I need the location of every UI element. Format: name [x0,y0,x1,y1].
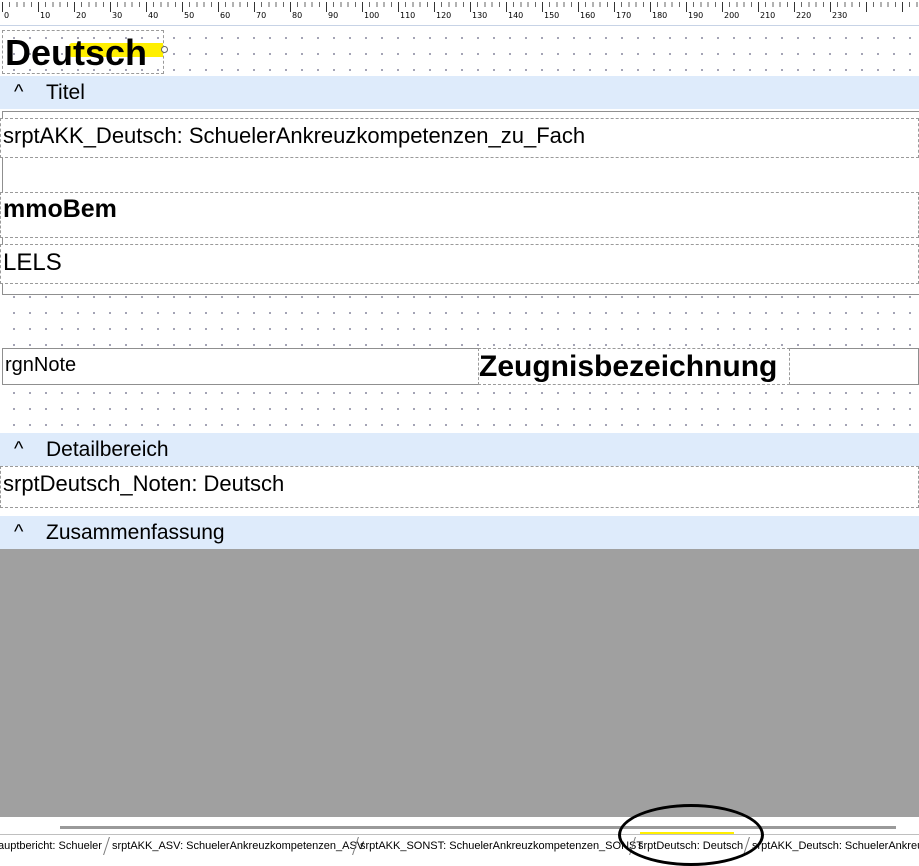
zeugnisbezeichnung-field[interactable]: Zeugnisbezeichnung [478,348,790,385]
ruler-tick-label: 220 [796,11,812,20]
ruler-tick-label: 40 [148,11,159,20]
ruler-tick-label: 130 [472,11,488,20]
ruler-tick-label: 180 [652,11,668,20]
ruler-tick-label: 230 [832,11,848,20]
tab-srpt-akk-sonst[interactable]: srptAKK_SONST: SchuelerAnkreuzkompetenze… [356,837,647,855]
ruler-tick-label: 110 [400,11,416,20]
band-summary-label: Zusammenfassung [46,520,225,544]
ruler-tick-label: 90 [328,11,339,20]
collapse-caret-icon[interactable]: ^ [14,81,36,104]
ruler-tick-label: 140 [508,11,524,20]
ruler-tick-label: 10 [40,11,51,20]
ruler-tick-label: 210 [760,11,776,20]
ruler-tick-label: 100 [364,11,380,20]
ruler-tick-label: 80 [292,11,303,20]
ruler-tick-label: 50 [184,11,195,20]
empty-canvas-area [0,549,919,817]
band-titel-header[interactable]: ^ Titel [0,76,919,109]
report-title-label[interactable]: Deutsch [2,30,164,74]
horizontal-scrollbar[interactable] [60,826,896,829]
ruler-labels: 0 10 20 30 40 50 60 70 80 90 100 110 120 130 140 150 160… [0,11,919,23]
band-titel-label: Titel [46,80,85,104]
ruler-tick-label: 20 [76,11,87,20]
horizontal-ruler: 0 10 20 30 40 50 60 70 80 90 100 110 120 130 140 150 160… [0,0,919,26]
ruler-tick-label: 160 [580,11,596,20]
memo-bem-field[interactable]: mmoBem [0,192,919,238]
annotation-circle [618,804,764,866]
tab-srpt-akk-asv[interactable]: srptAKK_ASV: SchuelerAnkreuzkompetenzen_… [108,837,368,855]
lels-field[interactable]: LELS [0,244,919,284]
tab-srpt-akk-deutsch[interactable]: srptAKK_Deutsch: SchuelerAnkreuzkompeten… [748,837,919,855]
ruler-tick-label: 0 [4,11,10,20]
collapse-caret-icon[interactable]: ^ [14,521,36,544]
report-tab-bar: auptbericht: Schueler srptAKK_ASV: Schue… [0,834,919,856]
ruler-tick-label: 170 [616,11,632,20]
band-detail-header[interactable]: ^ Detailbereich [0,433,919,466]
ruler-tick-label: 200 [724,11,740,20]
band-detail-label: Detailbereich [46,437,169,461]
ruler-tick-label: 150 [544,11,560,20]
ruler-tick-label: 190 [688,11,704,20]
resize-handle[interactable] [161,46,168,53]
tab-hauptbericht[interactable]: auptbericht: Schueler [0,837,106,855]
ruler-tick-label: 70 [256,11,267,20]
subreport-akk-deutsch[interactable]: srptAKK_Deutsch: SchuelerAnkreuzkompeten… [0,118,919,158]
ruler-tick-label: 120 [436,11,452,20]
ruler-tick-label: 30 [112,11,123,20]
subreport-deutsch-noten[interactable]: srptDeutsch_Noten: Deutsch [0,466,919,508]
ruler-tick-label: 60 [220,11,231,20]
band-summary-header[interactable]: ^ Zusammenfassung [0,516,919,549]
collapse-caret-icon[interactable]: ^ [14,438,36,461]
